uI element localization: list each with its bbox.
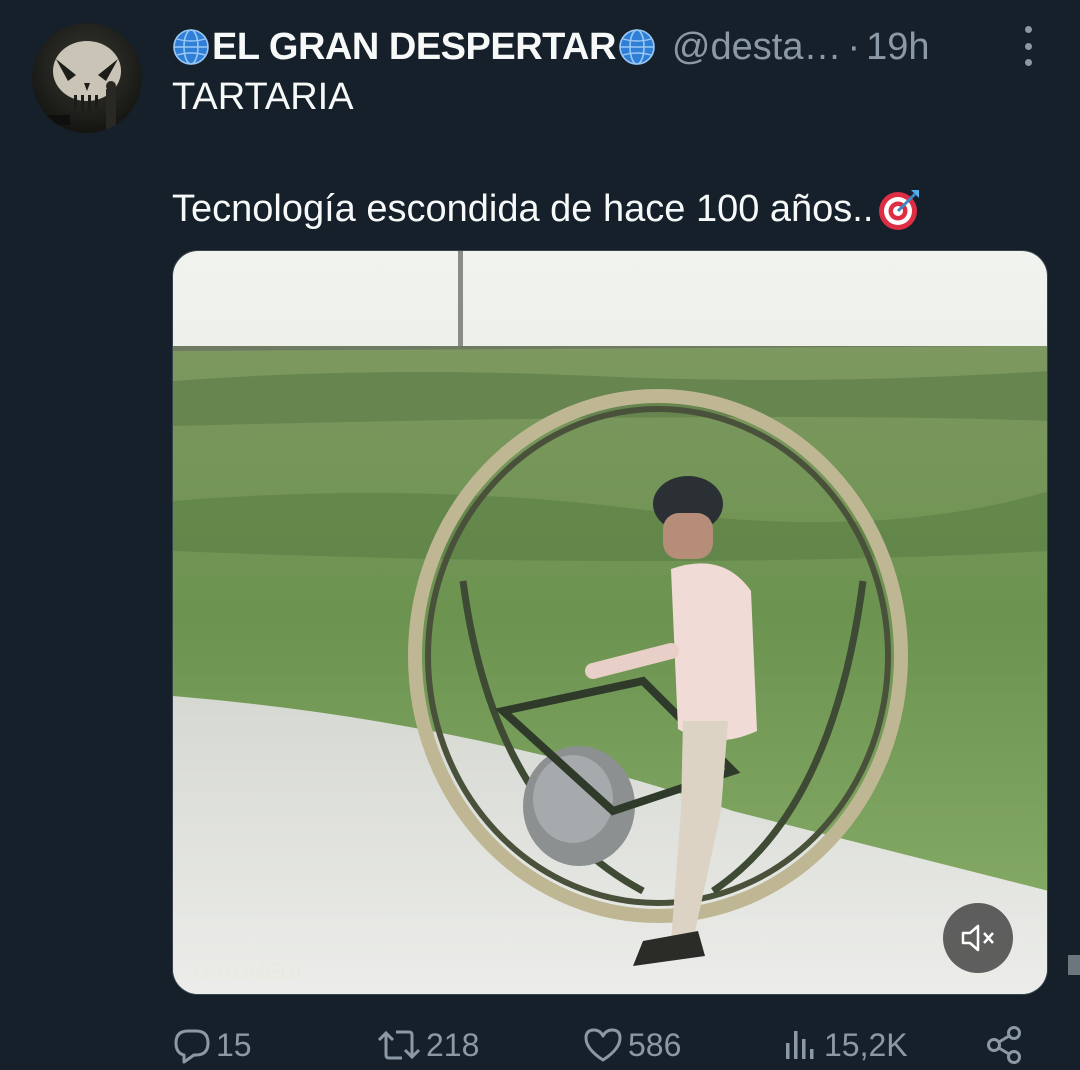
retweet-button[interactable]: 218 [376, 1020, 479, 1070]
globe-icon [173, 29, 209, 65]
more-options-button[interactable] [1018, 26, 1038, 66]
more-dot-icon [1024, 59, 1032, 66]
more-dot-icon [1024, 42, 1032, 50]
avatar[interactable] [32, 23, 142, 133]
speaker-muted-icon [961, 924, 994, 952]
author-display-name[interactable]: EL GRAN DESPERTAR [212, 26, 616, 69]
heart-icon [584, 1028, 622, 1062]
views-button[interactable]: 15,2K [780, 1020, 908, 1070]
mute-toggle-button[interactable] [943, 903, 1013, 973]
reply-icon [174, 1029, 210, 1064]
more-dot-icon [1024, 26, 1032, 33]
reply-button[interactable]: 15 [172, 1020, 252, 1070]
share-button[interactable] [984, 1020, 1030, 1070]
tweet-text-line-1: TARTARIA [172, 76, 354, 118]
tweet-video[interactable]: GIRONEDI [172, 250, 1048, 995]
retweet-count: 218 [426, 1026, 480, 1063]
direct-hit-target-icon [879, 190, 920, 230]
tweet-actions: 15 218 586 15,2K [172, 1020, 1032, 1070]
scrollbar-thumb[interactable] [1068, 955, 1080, 975]
views-chart-icon [786, 1031, 814, 1059]
author-handle[interactable]: @desta… [672, 26, 842, 69]
reply-count: 15 [216, 1026, 252, 1063]
retweet-icon [377, 1030, 421, 1060]
globe-icon [619, 29, 655, 65]
views-count: 15,2K [824, 1026, 908, 1063]
like-count: 586 [628, 1026, 682, 1063]
video-frame: GIRONEDI [173, 251, 1047, 994]
skull-logo-icon [40, 41, 121, 129]
tweet[interactable]: EL GRAN DESPERTAR @desta… · 19h TARTARIA… [0, 0, 1080, 1070]
separator-dot: · [847, 25, 861, 68]
svg-text:GIRONEDI: GIRONEDI [193, 959, 302, 984]
share-icon [987, 1026, 1021, 1064]
tweet-text-line-2: Tecnología escondida de hace 100 años.. [172, 186, 923, 232]
tweet-text-line-2-text: Tecnología escondida de hace 100 años.. [172, 187, 874, 230]
like-button[interactable]: 586 [582, 1020, 681, 1070]
tweet-timestamp[interactable]: 19h [866, 26, 929, 69]
tweet-header: EL GRAN DESPERTAR @desta… · 19h [172, 22, 1032, 72]
